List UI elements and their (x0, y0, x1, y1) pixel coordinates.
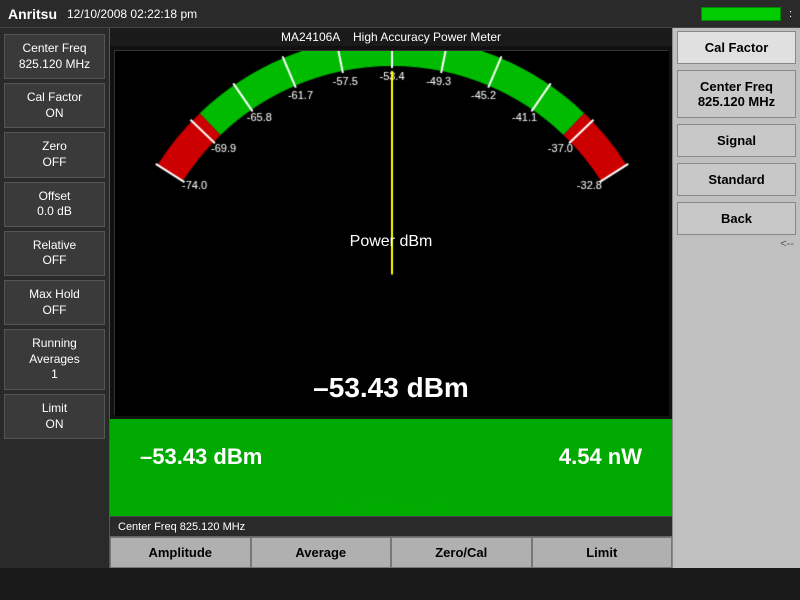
sidebar-running-averages[interactable]: Running Averages 1 (4, 329, 105, 390)
main-layout: Center Freq 825.120 MHz Cal Factor ON Ze… (0, 28, 800, 568)
device-description: High Accuracy Power Meter (353, 30, 501, 44)
nw-value: 4.54 nW (559, 444, 642, 470)
right-sidebar: Cal Factor Center Freq 825.120 MHz Signa… (672, 28, 800, 568)
power-label: Power dBm (350, 233, 433, 251)
nav-amplitude[interactable]: Amplitude (110, 537, 251, 568)
right-standard[interactable]: Standard (677, 163, 796, 196)
right-back-btn[interactable]: Back (677, 202, 796, 235)
right-signal[interactable]: Signal (677, 124, 796, 157)
green-indicator (701, 7, 781, 21)
arrow-indicator: <-- (673, 238, 800, 250)
watermark: www.tehencom.com (333, 497, 449, 512)
nav-zerocal[interactable]: Zero/Cal (391, 537, 532, 568)
bottom-green-bar: –53.43 dBm 4.54 nW (110, 419, 672, 494)
sidebar-cal-factor[interactable]: Cal Factor ON (4, 83, 105, 128)
bottom-status: Center Freq 825.120 MHz (110, 516, 672, 536)
nav-average[interactable]: Average (251, 537, 392, 568)
left-sidebar: Center Freq 825.120 MHz Cal Factor ON Ze… (0, 28, 110, 568)
device-info: MA24106A High Accuracy Power Meter (110, 28, 672, 46)
sidebar-max-hold[interactable]: Max Hold OFF (4, 280, 105, 325)
sidebar-relative[interactable]: Relative OFF (4, 231, 105, 276)
status-bar: : (701, 7, 792, 21)
sidebar-zero[interactable]: Zero OFF (4, 132, 105, 177)
sidebar-offset[interactable]: Offset 0.0 dB (4, 182, 105, 227)
power-display: –53.43 dBm (313, 372, 469, 404)
sidebar-limit[interactable]: Limit ON (4, 394, 105, 439)
watermark-bar: www.tehencom.com (110, 494, 672, 516)
header: Anritsu 12/10/2008 02:22:18 pm : (0, 0, 800, 28)
dbm-value: –53.43 dBm (140, 444, 262, 470)
sidebar-center-freq[interactable]: Center Freq 825.120 MHz (4, 34, 105, 79)
device-model: MA24106A (281, 30, 340, 44)
logo: Anritsu (8, 6, 57, 22)
indicator-label: : (789, 8, 792, 20)
right-center-freq[interactable]: Center Freq 825.120 MHz (677, 70, 796, 118)
nav-limit[interactable]: Limit (532, 537, 673, 568)
datetime: 12/10/2008 02:22:18 pm (67, 7, 197, 21)
bottom-nav: Amplitude Average Zero/Cal Limit (110, 536, 672, 568)
status-text: Center Freq 825.120 MHz (118, 521, 245, 533)
header-left: Anritsu 12/10/2008 02:22:18 pm (8, 6, 197, 22)
right-cal-factor[interactable]: Cal Factor (677, 31, 796, 64)
meter-area: Power dBm –53.43 dBm (114, 50, 668, 415)
center-content: MA24106A High Accuracy Power Meter Power… (110, 28, 672, 568)
